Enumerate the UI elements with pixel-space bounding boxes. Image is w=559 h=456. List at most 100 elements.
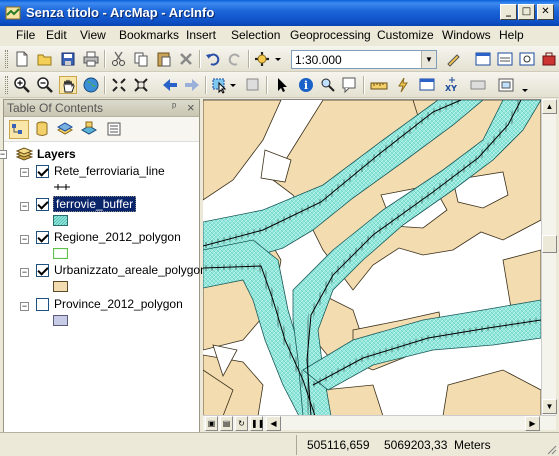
fixed-zoom-in-icon[interactable]	[110, 76, 128, 94]
menu-edit[interactable]: Edit	[46, 28, 67, 42]
toolbar-grip[interactable]	[5, 76, 8, 94]
map-canvas[interactable]	[203, 100, 541, 415]
list-by-drawing-order-icon[interactable]	[9, 120, 29, 139]
menu-insert[interactable]: Insert	[186, 28, 216, 42]
save-icon[interactable]	[59, 50, 77, 68]
close-icon[interactable]: ×	[187, 100, 195, 115]
collapse-icon[interactable]: −	[20, 302, 29, 311]
menu-help[interactable]: Help	[499, 28, 524, 42]
add-data-icon[interactable]	[254, 50, 284, 68]
redo-icon[interactable]	[226, 50, 244, 68]
layer-visibility-checkbox[interactable]	[36, 264, 49, 277]
layer-name-ferrovie-buffer[interactable]: ferrovie_buffer	[53, 196, 137, 212]
select-features-icon[interactable]	[211, 76, 237, 94]
layout-view-icon[interactable]: ▤	[220, 416, 233, 431]
menu-windows[interactable]: Windows	[442, 28, 491, 42]
refresh-icon[interactable]: ↻	[235, 416, 248, 431]
menu-view[interactable]: View	[80, 28, 106, 42]
clear-selection-icon[interactable]	[244, 76, 262, 94]
forward-arrow-icon[interactable]	[183, 76, 201, 94]
html-popup-icon[interactable]	[341, 76, 359, 94]
collapse-icon[interactable]: −	[20, 168, 29, 177]
y-coordinate: 5069203,33	[384, 438, 448, 452]
open-folder-icon[interactable]	[36, 50, 54, 68]
scroll-right-icon[interactable]: ▶	[525, 416, 540, 431]
toolbar-separator	[104, 76, 106, 94]
copy-icon[interactable]	[132, 50, 150, 68]
identify-icon[interactable]: i	[297, 76, 315, 94]
table-of-contents-icon[interactable]	[474, 50, 492, 68]
undo-icon[interactable]	[204, 50, 222, 68]
layer-visibility-checkbox[interactable]	[36, 165, 49, 178]
standard-toolbar: 1:30.000 ▼	[0, 46, 559, 72]
collapse-icon[interactable]: −	[20, 235, 29, 244]
svg-text:i: i	[304, 79, 308, 92]
layer-name-regione[interactable]: Regione_2012_polygon	[54, 230, 181, 244]
chevron-down-icon[interactable]: ▼	[421, 51, 436, 68]
html-popup-window-icon[interactable]	[418, 76, 436, 94]
scroll-down-icon[interactable]: ▼	[542, 399, 557, 414]
hyperlink-icon[interactable]	[394, 76, 412, 94]
toolbar-separator	[363, 76, 365, 94]
layer-name-rete-ferroviaria[interactable]: Rete_ferroviaria_line	[54, 164, 165, 178]
scroll-thumb[interactable]	[542, 235, 557, 253]
list-by-visibility-icon[interactable]	[56, 120, 76, 139]
data-view-icon[interactable]: ▣	[205, 416, 218, 431]
zoom-in-icon[interactable]	[13, 76, 31, 94]
back-arrow-icon[interactable]	[161, 76, 179, 94]
scroll-up-icon[interactable]: ▲	[542, 99, 557, 114]
collapse-icon[interactable]: −	[0, 150, 7, 159]
minimize-button[interactable]: _	[500, 4, 517, 20]
list-by-selection-icon[interactable]	[80, 120, 100, 139]
measure-icon[interactable]	[370, 76, 388, 94]
window-title: Senza titolo - ArcMap - ArcInfo	[26, 5, 215, 20]
delete-icon[interactable]	[177, 50, 195, 68]
collapse-icon[interactable]: −	[20, 202, 29, 211]
list-by-source-icon[interactable]	[33, 120, 53, 139]
layer-name-urbanizzato[interactable]: Urbanizzato_areale_polygon	[54, 263, 207, 277]
map-scale-combo[interactable]: 1:30.000 ▼	[291, 50, 437, 69]
full-extent-globe-icon[interactable]	[82, 76, 100, 94]
menu-bookmarks[interactable]: Bookmarks	[119, 28, 179, 42]
paste-icon[interactable]	[155, 50, 173, 68]
map-horizontal-scrollbar[interactable]: ▣ ▤ ↻ ❚❚ ◀ ▶	[203, 415, 556, 431]
options-icon[interactable]	[105, 120, 125, 139]
layer-visibility-checkbox[interactable]	[36, 298, 49, 311]
cut-icon[interactable]	[110, 50, 128, 68]
pan-hand-icon[interactable]	[59, 76, 77, 94]
toolbar-grip[interactable]	[5, 50, 8, 68]
time-slider-icon[interactable]	[469, 76, 487, 94]
table-of-contents-panel: Table Of Contents ᵖ × − Layers − Rete_fe…	[0, 99, 207, 452]
map-view[interactable]	[203, 99, 541, 415]
layer-visibility-checkbox[interactable]	[36, 198, 49, 211]
select-elements-arrow-icon[interactable]	[272, 76, 290, 94]
menu-file[interactable]: File	[16, 28, 35, 42]
menu-geoprocessing[interactable]: Geoprocessing	[290, 28, 371, 42]
toolbar-separator	[199, 50, 201, 68]
arctoolbox-icon[interactable]	[540, 50, 558, 68]
menu-customize[interactable]: Customize	[377, 28, 434, 42]
catalog-icon[interactable]	[496, 50, 514, 68]
find-icon[interactable]	[319, 76, 337, 94]
layer-visibility-checkbox[interactable]	[36, 231, 49, 244]
editor-toolbar-icon[interactable]	[445, 50, 463, 68]
toolbar-overflow-icon[interactable]	[521, 76, 529, 94]
menu-selection[interactable]: Selection	[231, 28, 280, 42]
resize-grip-icon[interactable]	[545, 443, 557, 455]
close-button[interactable]: ✕	[537, 4, 554, 20]
search-window-icon[interactable]	[518, 50, 536, 68]
pause-drawing-icon[interactable]: ❚❚	[250, 416, 264, 431]
go-to-xy-icon[interactable]: XY	[443, 76, 461, 94]
create-viewer-window-icon[interactable]	[497, 76, 515, 94]
new-document-icon[interactable]	[13, 50, 31, 68]
collapse-icon[interactable]: −	[20, 268, 29, 277]
layer-name-province[interactable]: Province_2012_polygon	[54, 297, 183, 311]
zoom-out-icon[interactable]	[36, 76, 54, 94]
fixed-zoom-out-icon[interactable]	[132, 76, 150, 94]
print-icon[interactable]	[82, 50, 100, 68]
expander-layers[interactable]: −	[0, 149, 10, 161]
pin-icon[interactable]: ᵖ	[172, 101, 176, 113]
scroll-left-icon[interactable]: ◀	[266, 416, 281, 431]
maximize-button[interactable]: □	[518, 4, 535, 20]
map-vertical-scrollbar[interactable]: ▲ ▼	[541, 99, 557, 415]
